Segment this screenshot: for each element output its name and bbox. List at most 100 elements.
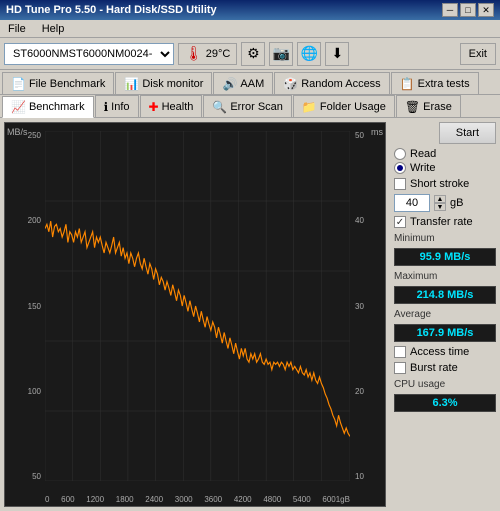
benchmark-chart	[45, 131, 350, 481]
minimum-label: Minimum	[394, 233, 496, 244]
minimum-value: 95.9 MB/s	[394, 248, 496, 266]
thermometer-icon: 🌡	[185, 45, 203, 62]
aam-icon: 🔊	[222, 77, 237, 91]
y-left-200: 200	[5, 216, 41, 225]
write-radio[interactable]	[394, 162, 406, 174]
transfer-rate-label: Transfer rate	[410, 216, 473, 228]
y-right-10: 10	[355, 472, 385, 481]
burst-rate-row[interactable]: Burst rate	[394, 362, 496, 374]
tabs-container-2: 📈 Benchmark ℹ Info ✚ Health 🔍 Error Scan…	[0, 95, 500, 118]
y-axis-right: 50 40 30 20 10	[353, 131, 385, 481]
random-access-icon: 🎲	[283, 77, 298, 91]
read-radio[interactable]	[394, 148, 406, 160]
health-icon: ✚	[149, 100, 159, 114]
menu-help[interactable]: Help	[38, 22, 69, 36]
short-stroke-input[interactable]	[394, 194, 430, 212]
short-stroke-input-row: ▲ ▼ gB	[394, 194, 496, 212]
spin-down[interactable]: ▼	[434, 203, 446, 211]
chart-area: 250 200 150 100 50 MB/s 50 40 30 20 10 m…	[4, 122, 386, 507]
x-3600: 3600	[204, 495, 222, 504]
tab-info[interactable]: ℹ Info	[95, 95, 139, 117]
drive-selector[interactable]: ST6000NMST6000NM0024-1HT (6001 gB)	[4, 43, 174, 65]
maximum-value: 214.8 MB/s	[394, 286, 496, 304]
exit-button[interactable]: Exit	[460, 43, 496, 65]
maximum-label: Maximum	[394, 271, 496, 282]
temperature-display: 🌡 29°C	[178, 43, 237, 65]
tab-extra-tests[interactable]: 📋 Extra tests	[391, 72, 479, 94]
tabs-container: 📄 File Benchmark 📊 Disk monitor 🔊 AAM 🎲 …	[0, 70, 500, 95]
average-value: 167.9 MB/s	[394, 324, 496, 342]
close-button[interactable]: ✕	[478, 3, 494, 17]
cpu-value: 6.3%	[394, 394, 496, 412]
extra-tests-icon: 📋	[400, 77, 415, 91]
access-time-label: Access time	[410, 346, 469, 358]
error-scan-icon: 🔍	[212, 100, 227, 114]
x-1200: 1200	[86, 495, 104, 504]
transfer-rate-checkbox[interactable]: ✓	[394, 216, 406, 228]
icon-btn-2[interactable]: 📷	[269, 42, 293, 66]
tab-folder-usage[interactable]: 📁 Folder Usage	[293, 95, 395, 117]
x-0: 0	[45, 495, 49, 504]
write-label: Write	[410, 162, 435, 174]
y-axis-unit-label: MB/s	[7, 127, 28, 137]
y-right-40: 40	[355, 216, 385, 225]
access-time-checkbox[interactable]	[394, 346, 406, 358]
burst-rate-checkbox[interactable]	[394, 362, 406, 374]
x-6001: 6001gB	[322, 495, 350, 504]
tab-benchmark[interactable]: 📈 Benchmark	[2, 96, 94, 118]
x-5400: 5400	[293, 495, 311, 504]
tab-health[interactable]: ✚ Health	[140, 95, 203, 117]
x-4200: 4200	[234, 495, 252, 504]
read-write-group: Read Write	[394, 148, 496, 174]
disk-monitor-icon: 📊	[124, 77, 139, 91]
read-radio-item[interactable]: Read	[394, 148, 496, 160]
tab-disk-monitor[interactable]: 📊 Disk monitor	[115, 72, 212, 94]
title-bar: HD Tune Pro 5.50 - Hard Disk/SSD Utility…	[0, 0, 500, 20]
tab-erase[interactable]: 🗑 Erase	[396, 95, 461, 117]
x-4800: 4800	[263, 495, 281, 504]
y-left-150: 150	[5, 302, 41, 311]
ms-label: ms	[371, 127, 383, 137]
window-title: HD Tune Pro 5.50 - Hard Disk/SSD Utility	[6, 4, 217, 16]
transfer-rate-row[interactable]: ✓ Transfer rate	[394, 216, 496, 228]
folder-usage-icon: 📁	[302, 100, 317, 114]
burst-rate-label: Burst rate	[410, 362, 458, 374]
maximize-button[interactable]: □	[460, 3, 476, 17]
tab-random-access[interactable]: 🎲 Random Access	[274, 72, 389, 94]
file-benchmark-icon: 📄	[11, 77, 26, 91]
x-2400: 2400	[145, 495, 163, 504]
spin-up[interactable]: ▲	[434, 195, 446, 203]
x-1800: 1800	[116, 495, 134, 504]
erase-icon: 🗑	[405, 100, 420, 114]
x-3000: 3000	[175, 495, 193, 504]
spin-buttons: ▲ ▼	[434, 195, 446, 211]
menu-file[interactable]: File	[4, 22, 30, 36]
start-button[interactable]: Start	[439, 122, 496, 144]
read-label: Read	[410, 148, 436, 160]
x-axis-labels: 0 600 1200 1800 2400 3000 3600 4200 4800…	[45, 495, 350, 504]
y-right-30: 30	[355, 302, 385, 311]
short-stroke-row: Short stroke	[394, 178, 496, 190]
main-content: 250 200 150 100 50 MB/s 50 40 30 20 10 m…	[0, 118, 500, 511]
access-time-row[interactable]: Access time	[394, 346, 496, 358]
short-stroke-label: Short stroke	[410, 178, 469, 190]
short-stroke-checkbox[interactable]	[394, 178, 406, 190]
minimize-button[interactable]: ─	[442, 3, 458, 17]
average-label: Average	[394, 309, 496, 320]
icon-btn-4[interactable]: ⬇	[325, 42, 349, 66]
menu-bar: File Help	[0, 20, 500, 38]
icon-btn-1[interactable]: ⚙	[241, 42, 265, 66]
tab-error-scan[interactable]: 🔍 Error Scan	[203, 95, 292, 117]
y-axis-left: 250 200 150 100 50	[5, 131, 43, 481]
write-radio-item[interactable]: Write	[394, 162, 496, 174]
icon-btn-3[interactable]: 🌐	[297, 42, 321, 66]
temperature-value: 29°C	[206, 48, 231, 60]
y-right-20: 20	[355, 387, 385, 396]
benchmark-icon: 📈	[11, 100, 26, 114]
tab-file-benchmark[interactable]: 📄 File Benchmark	[2, 72, 114, 94]
right-panel: Start Read Write Short stroke ▲ ▼ gB ✓	[390, 118, 500, 511]
info-icon: ℹ	[104, 100, 109, 114]
cpu-label: CPU usage	[394, 379, 496, 390]
tab-aam[interactable]: 🔊 AAM	[213, 72, 273, 94]
y-left-100: 100	[5, 387, 41, 396]
